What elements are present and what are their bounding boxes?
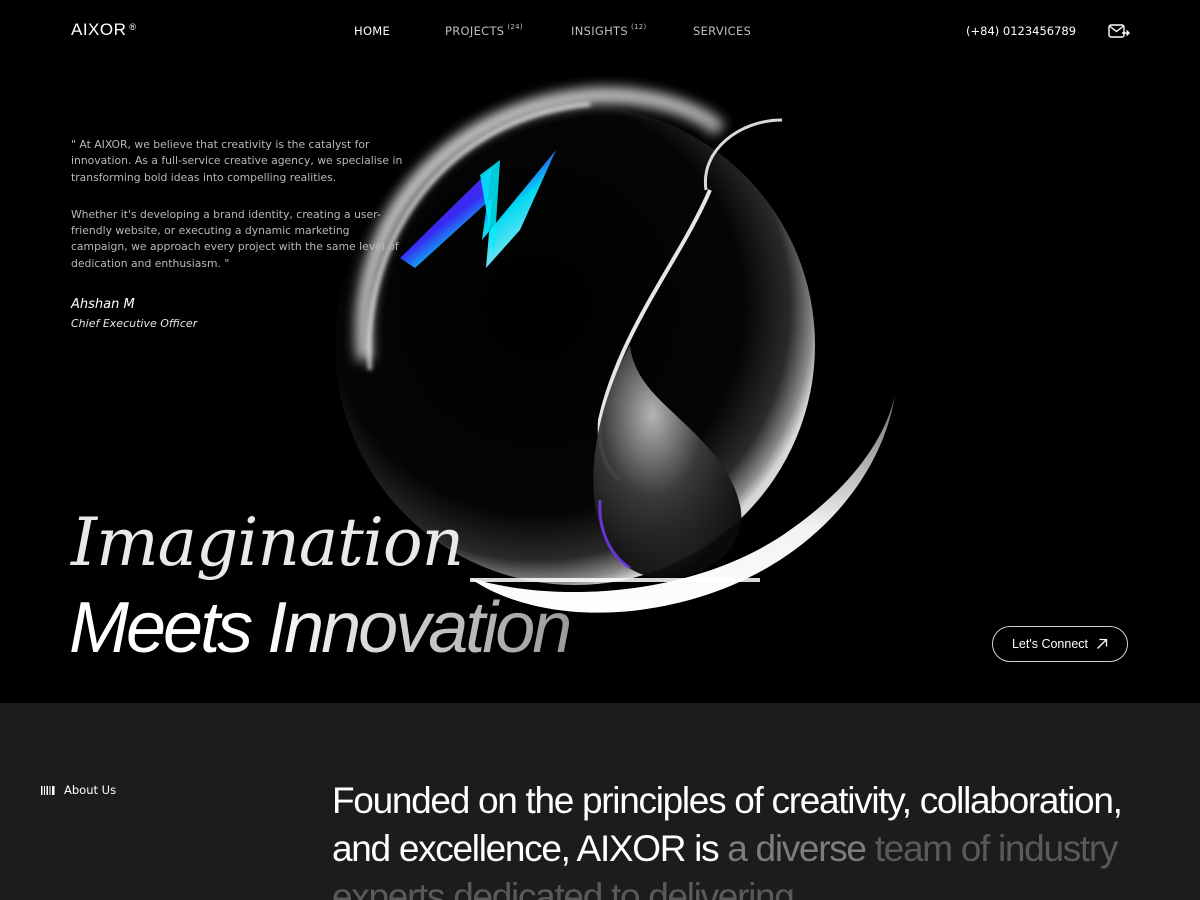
quote-paragraph-1: " At AIXOR, we believe that creativity i… [71,138,403,184]
brand-logo[interactable]: AIXOR ® [71,20,137,40]
phone-link[interactable]: (+84) 0123456789 [966,24,1076,38]
nav-item-projects[interactable]: PROJECTS (24) [445,23,523,38]
quote-paragraph-2: Whether it's developing a brand identity… [71,207,399,270]
ceo-quote: " At AIXOR, we believe that creativity i… [71,137,406,272]
about-us-label: About Us [41,783,116,797]
lets-connect-button[interactable]: Let's Connect [992,626,1128,662]
registered-mark: ® [129,22,137,32]
hero-section: AIXOR ® HOME PROJECTS (24) INSIGHTS (12) SE… [0,0,1200,703]
headline-line-2: Meets Innovation [69,588,572,668]
brand-name: AIXOR [71,20,127,39]
nav-item-count: (12) [630,23,647,32]
about-section: About Us Founded on the principles of cr… [0,703,1200,900]
about-statement: Founded on the principles of creativity,… [332,777,1152,900]
arrow-up-right-icon [1097,638,1108,649]
nav-item-insights[interactable]: INSIGHTS (12) [571,23,647,38]
headline-line-1: Imagination [71,504,464,581]
nav-item-label: PROJECTS [445,24,505,38]
mail-arrow-icon[interactable] [1108,23,1130,39]
nav-item-label: INSIGHTS [571,24,628,38]
nav-item-services[interactable]: SERVICES [693,24,751,38]
nav-item-label: HOME [354,24,391,38]
about-statement-dim: a diverse [727,828,867,869]
nav-item-home[interactable]: HOME [354,24,390,38]
nav-item-label: SERVICES [693,24,752,38]
lets-connect-label: Let's Connect [1011,637,1089,651]
nav-item-count: (24) [507,23,523,32]
quote-author-role: Chief Executive Officer [71,317,198,330]
barcode-icon [41,785,55,795]
about-us-text: About Us [64,783,117,797]
quote-author: Ahshan M [71,297,135,312]
